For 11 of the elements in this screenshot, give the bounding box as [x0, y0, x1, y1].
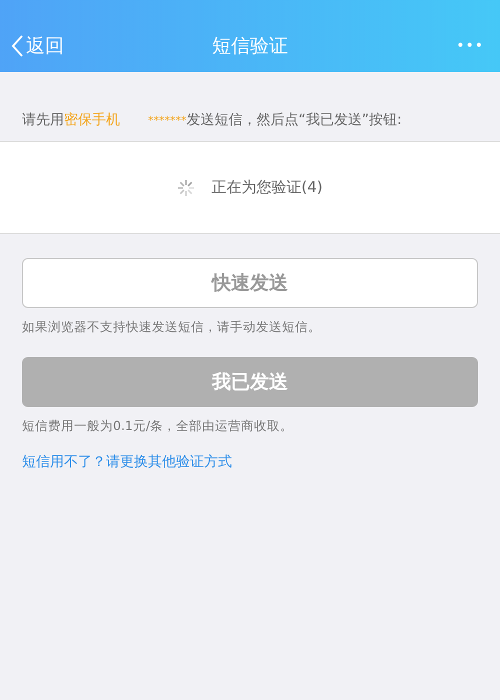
more-button[interactable]: •••	[450, 34, 490, 58]
browser-note: 如果浏览器不支持快速发送短信，请手动发送短信。	[21, 318, 322, 336]
quick-send-button[interactable]: 快速发送	[22, 258, 478, 308]
spinner-icon	[177, 178, 196, 196]
change-method-link[interactable]: 短信用不了？请更换其他验证方式	[22, 452, 232, 472]
chevron-left-icon	[10, 34, 24, 58]
fee-note: 短信费用一般为0.1元/条，全部由运营商收取。	[21, 416, 294, 435]
page-title: 短信验证	[212, 34, 288, 59]
instruction-text: 请先用密保手机 *******发送短信，然后点“我已发送”按钮:	[22, 111, 402, 130]
verifying-status: 正在为您验证(4)	[211, 177, 323, 198]
back-button[interactable]: 返回	[10, 32, 64, 60]
